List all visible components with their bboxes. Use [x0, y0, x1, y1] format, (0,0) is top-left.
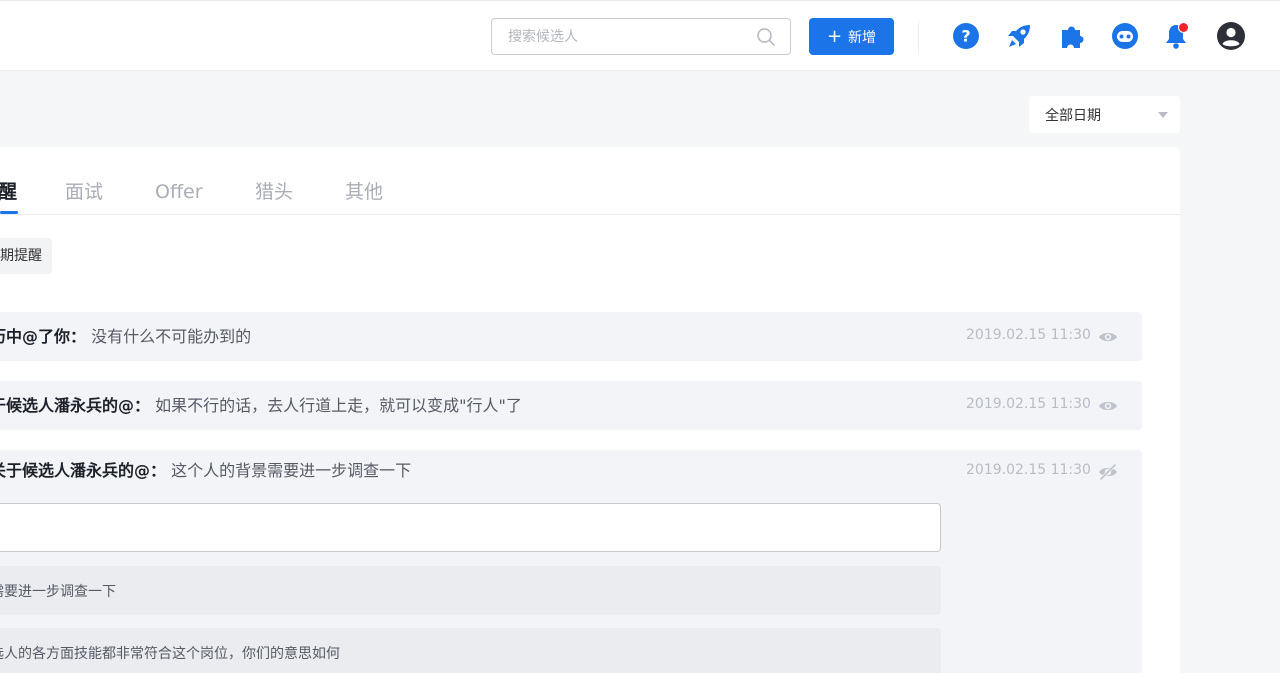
reply-input-box[interactable] [0, 503, 941, 552]
message-time: 2019.02.15 11:30 [966, 462, 1091, 478]
add-button[interactable]: + 新增 [809, 18, 894, 55]
search-input[interactable] [492, 19, 758, 54]
reply-item: 选人的各方面技能都非常符合这个岗位，你们的意思如何 [0, 628, 941, 673]
svg-text:?: ? [961, 27, 970, 46]
plus-icon: + [826, 25, 843, 47]
message-body: 如果不行的话，去人行道上走，就可以变成"行人"了 [155, 396, 522, 415]
search-icon[interactable] [756, 27, 776, 47]
tab-other[interactable]: 其他 [345, 180, 383, 204]
message-text: 于候选人潘永兵的@： 如果不行的话，去人行道上走，就可以变成"行人"了 [0, 394, 522, 418]
chevron-down-icon [1158, 112, 1168, 118]
message-author: 关于候选人潘永兵的@： [0, 461, 167, 480]
message-item: 于候选人潘永兵的@： 如果不行的话，去人行道上走，就可以变成"行人"了 2019… [0, 381, 1142, 430]
header-divider [918, 21, 919, 53]
tab-reminder[interactable]: 醒 [0, 180, 17, 204]
messages-panel: 醒 面试 Offer 猎头 其他 期提醒 历中@了你： 没有什么不可能办到的 2… [0, 147, 1180, 673]
reply-input[interactable] [0, 504, 940, 551]
message-item: 历中@了你： 没有什么不可能办到的 2019.02.15 11:30 [0, 312, 1142, 361]
notification-dot [1178, 22, 1189, 33]
rocket-icon[interactable] [1004, 21, 1034, 51]
message-text: 历中@了你： 没有什么不可能办到的 [0, 325, 251, 349]
search-box[interactable] [491, 18, 791, 55]
user-icon[interactable] [1216, 21, 1246, 51]
message-author: 于候选人潘永兵的@： [0, 396, 151, 415]
message-author: 历中@了你： [0, 327, 87, 346]
filter-chip[interactable]: 期提醒 [0, 238, 52, 274]
tab-bar: 醒 面试 Offer 猎头 其他 [0, 147, 1180, 215]
tab-offer[interactable]: Offer [155, 180, 203, 204]
tab-interview[interactable]: 面试 [65, 180, 103, 204]
reply-text: 选人的各方面技能都非常符合这个岗位，你们的意思如何 [0, 646, 340, 662]
tab-headhunter[interactable]: 猎头 [255, 180, 293, 204]
reply-text: 需要进一步调查一下 [0, 584, 116, 600]
message-time: 2019.02.15 11:30 [966, 396, 1091, 412]
message-body: 没有什么不可能办到的 [91, 327, 252, 346]
message-time: 2019.02.15 11:30 [966, 327, 1091, 343]
bell-icon[interactable] [1161, 21, 1191, 51]
eye-off-icon[interactable] [1098, 464, 1118, 480]
message-body: 这个人的背景需要进一步调查一下 [171, 461, 412, 480]
top-header: + 新增 ? [0, 0, 1280, 71]
add-button-label: 新增 [848, 29, 877, 46]
reply-item: 需要进一步调查一下 [0, 566, 941, 615]
robot-icon[interactable] [1110, 21, 1140, 51]
date-filter-value: 全部日期 [1045, 108, 1101, 124]
message-text: 关于候选人潘永兵的@： 这个人的背景需要进一步调查一下 [0, 459, 411, 483]
help-icon[interactable]: ? [951, 21, 981, 51]
puzzle-icon[interactable] [1058, 21, 1088, 51]
eye-icon[interactable] [1098, 329, 1118, 345]
date-filter-select[interactable]: 全部日期 [1029, 96, 1180, 133]
active-tab-indicator [0, 211, 18, 214]
eye-icon[interactable] [1098, 398, 1118, 414]
